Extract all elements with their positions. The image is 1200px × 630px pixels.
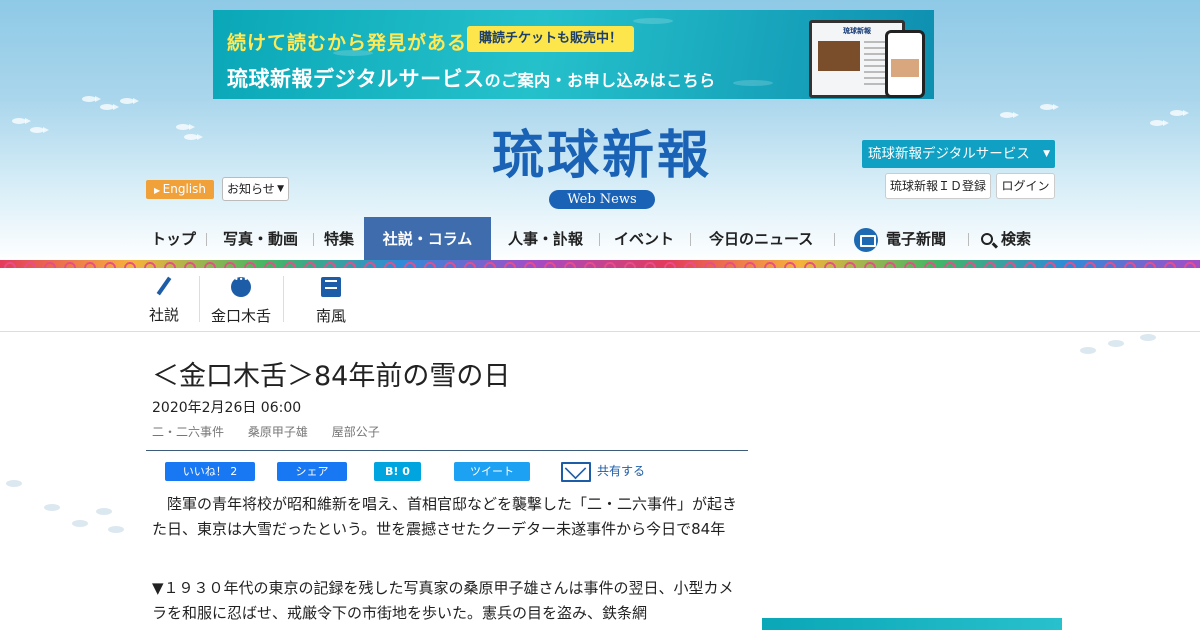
caret-down-icon: ▼ xyxy=(277,184,284,194)
nav-item-e-newspaper[interactable]: 電子新聞 xyxy=(854,217,946,261)
nav-item-todays-news[interactable]: 今日のニュース xyxy=(709,217,813,261)
fish-decoration xyxy=(176,124,195,130)
subnav-item-label: 南風 xyxy=(315,307,346,325)
hatena-bookmark-button[interactable]: B! 0 xyxy=(374,462,421,481)
digital-service-banner[interactable]: 続けて読むから発見がある 購読チケットも販売中！ 琉球新報デジタルサービスのご案… xyxy=(213,10,934,99)
nav-item-search-label: 検索 xyxy=(1001,230,1032,248)
fish-decoration xyxy=(96,508,112,515)
article-tag[interactable]: 二・二六事件 xyxy=(152,423,224,440)
subnav-item-nanpu[interactable]: 南風 xyxy=(314,274,348,325)
caret-down-icon: ▼ xyxy=(1043,149,1050,159)
share-mail-label: 共有する xyxy=(597,464,646,478)
nav-divider xyxy=(968,233,969,246)
digital-service-dropdown[interactable]: 琉球新報デジタルサービス ▼ xyxy=(862,140,1055,168)
fish-decoration xyxy=(120,98,139,104)
banner-phone-image xyxy=(885,30,925,98)
fish-decoration xyxy=(1170,110,1189,116)
banner-headline: 続けて読むから発見がある xyxy=(227,32,468,54)
share-bar: いいね！ 2 シェア B! 0 ツイート 共有する xyxy=(165,461,745,484)
mail-icon xyxy=(561,461,591,482)
banner-ticket-badge: 購読チケットも販売中！ xyxy=(467,26,635,52)
article-tag[interactable]: 桑原甲子雄 xyxy=(248,423,308,440)
share-mail-button[interactable]: 共有する xyxy=(561,458,645,484)
fish-decoration xyxy=(82,96,101,102)
subnav-item-kinkou-mokuzetsu[interactable]: 金口木舌 xyxy=(209,274,273,325)
banner-subline-small: のご案内・お申し込みはこちら xyxy=(484,71,716,90)
subnav-divider-line xyxy=(0,331,1200,332)
site-logo[interactable]: 琉球新報 Web News xyxy=(452,126,752,209)
facebook-share-button[interactable]: シェア xyxy=(277,462,347,481)
logo-subtitle: Web News xyxy=(549,190,655,209)
nav-divider xyxy=(313,233,314,246)
tweet-button[interactable]: ツイート xyxy=(454,462,530,481)
fish-decoration xyxy=(72,520,88,527)
nav-item-features[interactable]: 特集 xyxy=(324,217,354,261)
article-tag[interactable]: 屋部公子 xyxy=(332,423,380,440)
pen-icon xyxy=(156,276,172,296)
wave-decoration xyxy=(733,80,773,86)
search-icon xyxy=(981,233,993,245)
decorative-band xyxy=(0,260,1200,268)
nav-divider xyxy=(206,233,207,246)
banner-device-photo xyxy=(818,41,860,71)
facebook-like-button[interactable]: いいね！ 2 xyxy=(165,462,255,481)
fish-decoration xyxy=(44,504,60,511)
nav-item-photo-video[interactable]: 写真・動画 xyxy=(223,217,298,261)
fish-decoration xyxy=(1080,347,1096,354)
fish-decoration xyxy=(6,480,22,487)
english-button[interactable]: English xyxy=(146,180,214,199)
login-button[interactable]: ログイン xyxy=(996,173,1055,199)
fish-decoration xyxy=(100,104,119,110)
nav-item-search[interactable]: 検索 xyxy=(981,217,1031,261)
notice-dropdown[interactable]: お知らせ ▼ xyxy=(222,177,289,201)
banner-phone-photo xyxy=(891,59,919,77)
monitor-icon xyxy=(854,227,878,252)
banner-subline-main: 琉球新報デジタルサービス xyxy=(227,67,485,91)
nav-divider xyxy=(690,233,691,246)
subnav-divider xyxy=(283,276,284,322)
notice-dropdown-label: お知らせ xyxy=(227,182,275,196)
fish-decoration xyxy=(108,526,124,533)
speech-bubble-icon xyxy=(231,275,251,297)
nav-divider xyxy=(834,233,835,246)
wave-decoration xyxy=(633,18,673,24)
subnav-item-label: 社説 xyxy=(148,306,179,324)
nav-item-top[interactable]: トップ xyxy=(151,217,196,261)
fish-decoration xyxy=(12,118,31,124)
article-paragraph: ▼１９３０年代の東京の記録を残した写真家の桑原甲子雄さんは事件の翌日、小型カメラ… xyxy=(152,579,734,622)
nav-item-personnel-obituary[interactable]: 人事・訃報 xyxy=(508,217,583,261)
nav-item-events[interactable]: イベント xyxy=(614,217,674,261)
id-register-button[interactable]: 琉球新報ＩＤ登録 xyxy=(885,173,991,199)
article-paragraph: 陸軍の青年将校が昭和維新を唱え、首相官邸などを襲撃した「二・二六事件」が起きた日… xyxy=(152,495,738,538)
fish-decoration xyxy=(1140,334,1156,341)
article-tags: 二・二六事件 桑原甲子雄 屋部公子 xyxy=(152,423,400,440)
fish-decoration xyxy=(1000,112,1019,118)
nav-item-editorial-column[interactable]: 社説・コラム xyxy=(364,217,491,261)
article-divider xyxy=(146,450,748,451)
fish-decoration xyxy=(1108,340,1124,347)
logo-title: 琉球新報 xyxy=(491,125,712,186)
sidebar-ad[interactable] xyxy=(762,618,1062,630)
fish-decoration xyxy=(1150,120,1169,126)
fish-decoration xyxy=(184,134,203,140)
digital-service-label: 琉球新報デジタルサービス xyxy=(868,146,1030,162)
banner-subline: 琉球新報デジタルサービスのご案内・お申し込みはこちら xyxy=(227,63,716,93)
nav-item-e-newspaper-label: 電子新聞 xyxy=(886,230,947,248)
fish-decoration xyxy=(1040,104,1059,110)
nav-divider xyxy=(599,233,600,246)
fish-decoration xyxy=(30,127,49,133)
subnav-divider xyxy=(199,276,200,322)
article-title: ＜金口木舌＞84年前の雪の日 xyxy=(152,361,511,392)
note-icon xyxy=(321,277,341,297)
main-nav: トップ 写真・動画 特集 社説・コラム 人事・訃報 イベント 今日のニュース 電… xyxy=(146,217,1056,261)
subnav-item-label: 金口木舌 xyxy=(210,307,271,325)
subnav-item-editorial[interactable]: 社説 xyxy=(146,274,182,324)
article-date: 2020年2月26日 06:00 xyxy=(152,400,302,416)
